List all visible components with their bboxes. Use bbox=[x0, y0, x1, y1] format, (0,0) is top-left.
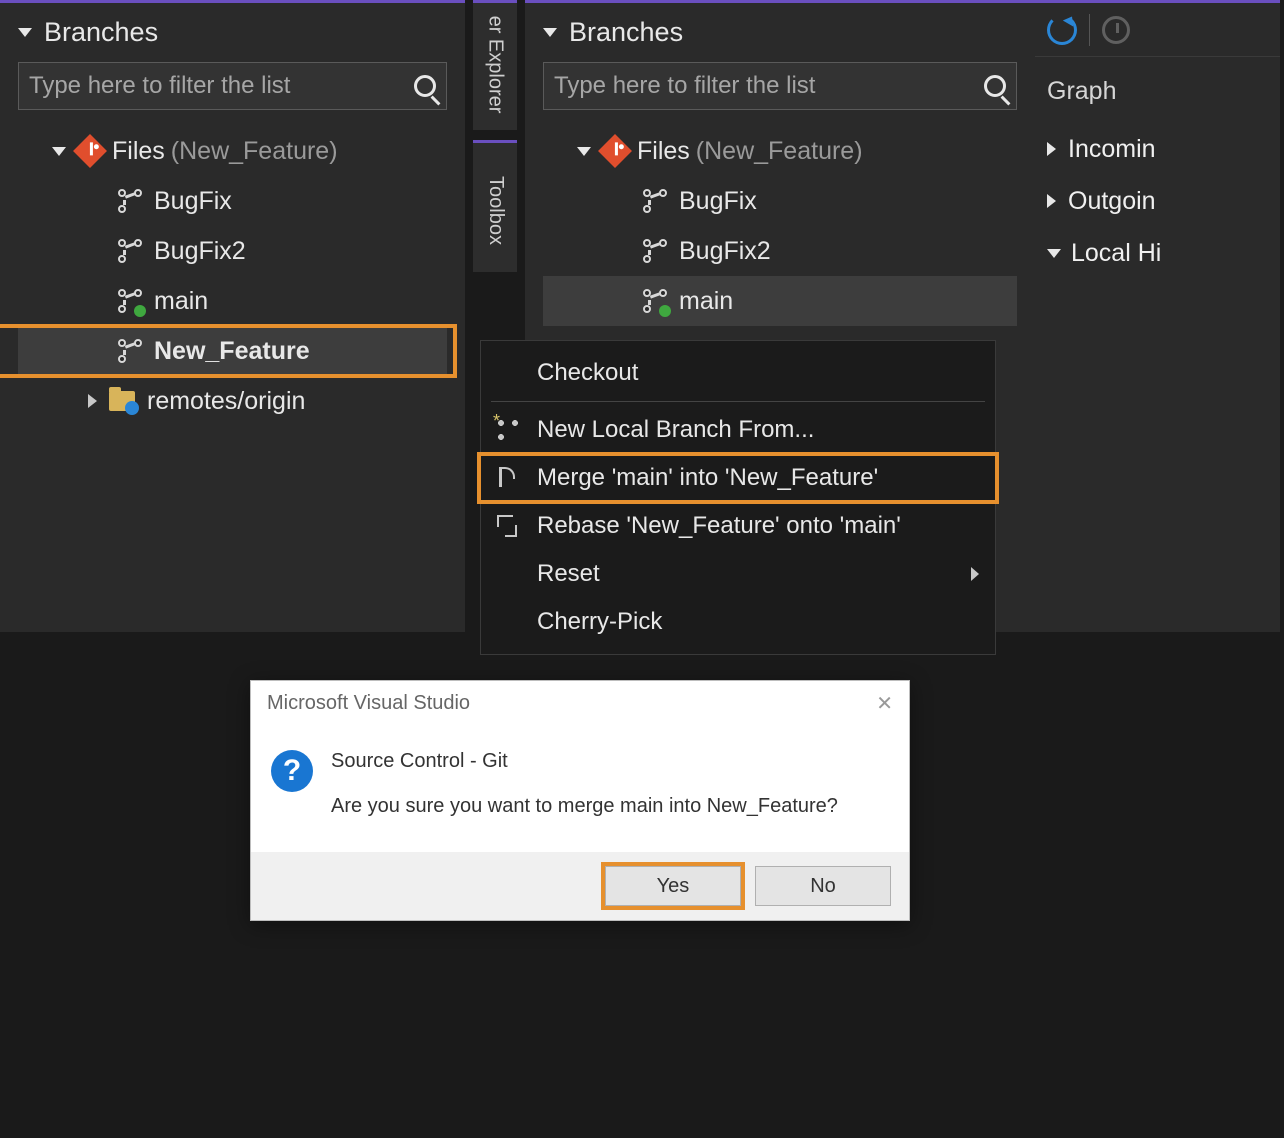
refresh-icon[interactable] bbox=[1047, 15, 1077, 45]
side-tabs: er Explorer Toolbox bbox=[473, 0, 517, 282]
dialog-title-text: Microsoft Visual Studio bbox=[267, 692, 470, 715]
git-repo-icon bbox=[73, 134, 107, 168]
branches-panel-left: Branches Files(New_Feature) BugFix BugFi… bbox=[0, 0, 465, 632]
branch-label: BugFix2 bbox=[154, 237, 246, 266]
menu-cherry-pick[interactable]: Cherry-Pick bbox=[481, 598, 995, 646]
branch-item-bugfix2[interactable]: BugFix2 bbox=[543, 226, 1017, 276]
branch-item-bugfix2[interactable]: BugFix2 bbox=[18, 226, 447, 276]
branch-icon bbox=[118, 189, 142, 213]
rebase-icon bbox=[495, 513, 521, 539]
no-button[interactable]: No bbox=[755, 866, 891, 906]
confirm-dialog: Microsoft Visual Studio ✕ ? Source Contr… bbox=[250, 680, 910, 921]
branch-label: BugFix2 bbox=[679, 237, 771, 266]
files-node[interactable]: Files(New_Feature) bbox=[543, 126, 1017, 176]
git-history-panel: Graph Incomin Outgoin Local Hi bbox=[1035, 0, 1280, 632]
branch-item-main[interactable]: main bbox=[18, 276, 447, 326]
dialog-question: Are you sure you want to merge main into… bbox=[331, 795, 838, 818]
caret-down-icon bbox=[52, 147, 66, 156]
filter-input[interactable] bbox=[554, 72, 984, 100]
panel-title: Branches bbox=[569, 17, 683, 48]
menu-merge[interactable]: Merge 'main' into 'New_Feature' bbox=[481, 454, 995, 502]
merge-icon bbox=[495, 465, 521, 491]
files-label: Files(New_Feature) bbox=[112, 137, 338, 166]
tab-toolbox[interactable]: Toolbox bbox=[473, 140, 517, 272]
branch-context-menu: Checkout New Local Branch From... Merge … bbox=[480, 340, 996, 655]
search-icon[interactable] bbox=[984, 75, 1006, 97]
branch-icon bbox=[118, 289, 142, 313]
branch-item-new-feature[interactable]: New_Feature bbox=[18, 326, 447, 376]
branch-tree: Files(New_Feature) BugFix BugFix2 main bbox=[543, 126, 1017, 326]
dialog-heading: Source Control - Git bbox=[331, 750, 838, 773]
incoming-row[interactable]: Incomin bbox=[1047, 123, 1268, 175]
filter-input[interactable] bbox=[29, 72, 414, 100]
remote-folder-icon bbox=[109, 391, 135, 411]
history-icon[interactable] bbox=[1102, 16, 1130, 44]
caret-down-icon bbox=[543, 28, 557, 37]
caret-down-icon bbox=[1047, 249, 1061, 258]
outgoing-row[interactable]: Outgoin bbox=[1047, 175, 1268, 227]
branch-tree: Files(New_Feature) BugFix BugFix2 main N… bbox=[18, 126, 447, 426]
caret-right-icon bbox=[1047, 194, 1056, 208]
branch-icon bbox=[643, 289, 667, 313]
caret-right-icon bbox=[88, 394, 97, 408]
menu-new-branch[interactable]: New Local Branch From... bbox=[481, 406, 995, 454]
separator bbox=[1089, 14, 1090, 46]
branch-icon bbox=[643, 239, 667, 263]
menu-rebase[interactable]: Rebase 'New_Feature' onto 'main' bbox=[481, 502, 995, 550]
branch-item-bugfix[interactable]: BugFix bbox=[18, 176, 447, 226]
local-history-row[interactable]: Local Hi bbox=[1047, 227, 1268, 279]
dialog-titlebar: Microsoft Visual Studio ✕ bbox=[251, 681, 909, 726]
panel-title: Branches bbox=[44, 17, 158, 48]
yes-button[interactable]: Yes bbox=[605, 866, 741, 906]
panel-header[interactable]: Branches bbox=[543, 17, 1017, 48]
branch-icon bbox=[118, 339, 142, 363]
menu-checkout[interactable]: Checkout bbox=[481, 349, 995, 397]
caret-down-icon bbox=[18, 28, 32, 37]
remotes-label: remotes/origin bbox=[147, 387, 305, 416]
files-label: Files(New_Feature) bbox=[637, 137, 863, 166]
branch-item-bugfix[interactable]: BugFix bbox=[543, 176, 1017, 226]
close-icon[interactable]: ✕ bbox=[876, 691, 893, 716]
panel-header[interactable]: Branches bbox=[18, 17, 447, 48]
branch-item-main[interactable]: main bbox=[543, 276, 1017, 326]
caret-right-icon bbox=[1047, 142, 1056, 156]
branch-icon bbox=[118, 239, 142, 263]
new-branch-icon bbox=[495, 417, 521, 443]
branch-label: New_Feature bbox=[154, 337, 310, 366]
filter-box[interactable] bbox=[543, 62, 1017, 110]
branch-label: main bbox=[679, 287, 733, 316]
separator bbox=[491, 401, 985, 402]
branch-icon bbox=[643, 189, 667, 213]
remotes-node[interactable]: remotes/origin bbox=[18, 376, 447, 426]
dialog-footer: Yes No bbox=[251, 852, 909, 920]
history-toolbar bbox=[1035, 3, 1280, 57]
search-icon[interactable] bbox=[414, 75, 436, 97]
branch-label: BugFix bbox=[154, 187, 232, 216]
git-repo-icon bbox=[598, 134, 632, 168]
branch-label: BugFix bbox=[679, 187, 757, 216]
files-node[interactable]: Files(New_Feature) bbox=[18, 126, 447, 176]
menu-reset[interactable]: Reset bbox=[481, 550, 995, 598]
submenu-arrow-icon bbox=[971, 567, 979, 581]
filter-box[interactable] bbox=[18, 62, 447, 110]
branch-label: main bbox=[154, 287, 208, 316]
graph-column-header: Graph bbox=[1047, 65, 1268, 117]
question-icon: ? bbox=[271, 750, 313, 792]
caret-down-icon bbox=[577, 147, 591, 156]
tab-server-explorer[interactable]: er Explorer bbox=[473, 0, 517, 130]
